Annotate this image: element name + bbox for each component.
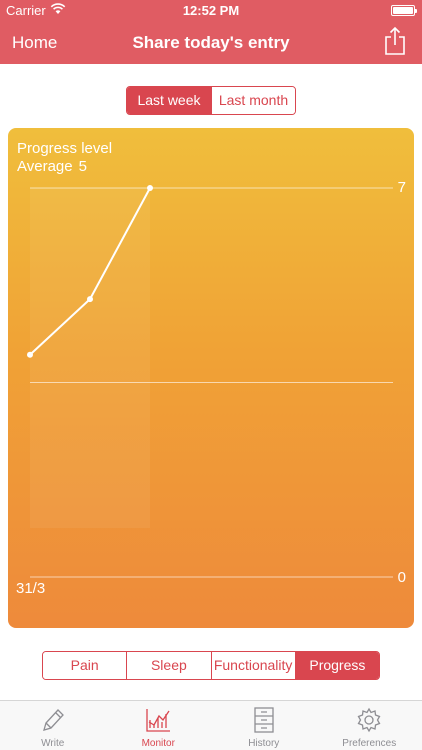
tab-label: Preferences <box>342 738 397 749</box>
metric-segmented-control: Pain Sleep Functionality Progress <box>42 651 380 680</box>
navigation-bar: Carrier 12:52 PM Home Share today's entr… <box>0 0 422 64</box>
average-label: Average <box>17 158 73 175</box>
data-point-0 <box>27 351 33 358</box>
metric-option-sleep[interactable]: Sleep <box>126 652 211 679</box>
series-area <box>30 188 150 528</box>
period-option-last-month[interactable]: Last month <box>211 87 295 114</box>
progress-chart <box>27 185 393 578</box>
tab-write[interactable]: Write <box>0 701 106 750</box>
y-axis-min-label: 0 <box>397 569 406 586</box>
share-icon[interactable] <box>382 26 408 56</box>
cabinet-icon <box>254 707 274 733</box>
tab-history[interactable]: History <box>211 701 317 750</box>
metric-option-progress[interactable]: Progress <box>294 652 379 679</box>
pencil-icon <box>42 709 64 731</box>
average-value: 5 <box>78 158 87 175</box>
period-option-last-week[interactable]: Last week <box>127 87 211 114</box>
metric-option-pain[interactable]: Pain <box>43 652 127 679</box>
status-time: 12:52 PM <box>182 3 240 18</box>
tab-label: History <box>248 738 280 749</box>
y-axis-max-label: 7 <box>397 179 406 196</box>
gear-icon <box>357 707 381 733</box>
chart-title: Progress level <box>17 140 113 157</box>
chart-average: Average 5 <box>17 158 87 175</box>
status-bar: Carrier 12:52 PM <box>0 0 422 20</box>
tab-label: Monitor <box>141 738 175 749</box>
tab-preferences[interactable]: Preferences <box>317 701 422 750</box>
page-title: Share today's entry <box>132 33 290 52</box>
battery-icon <box>391 5 417 16</box>
tab-label: Write <box>41 738 65 749</box>
data-point-1 <box>87 296 93 303</box>
tab-monitor[interactable]: Monitor <box>106 701 212 750</box>
progress-chart-card: Progress level Average 5 7 0 31/3 <box>8 128 414 628</box>
tab-bar: Write Monitor History Preferences <box>0 700 422 750</box>
data-point-2 <box>147 185 153 191</box>
metric-option-functionality[interactable]: Functionality <box>210 652 295 679</box>
chart-icon <box>146 709 171 732</box>
x-axis-start-label: 31/3 <box>16 580 46 597</box>
period-segmented-control: Last week Last month <box>126 86 296 115</box>
